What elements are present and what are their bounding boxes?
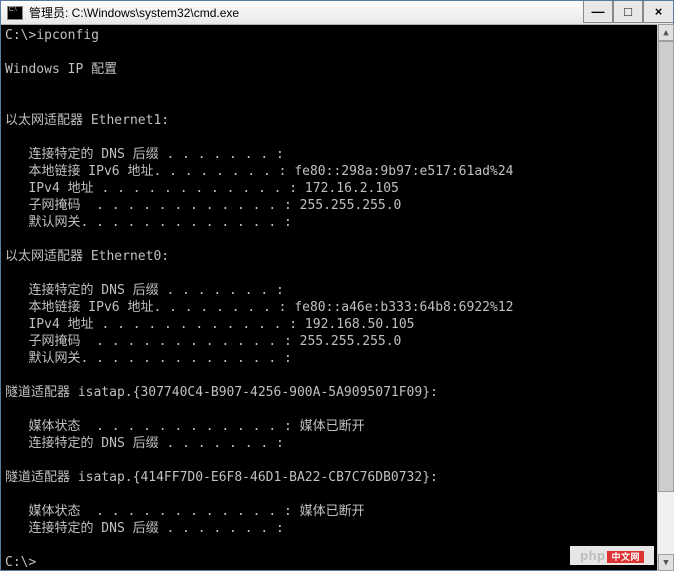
adapter1-ipv6: 本地链接 IPv6 地址. . . . . . . . : fe80::298a… xyxy=(5,164,513,179)
tunnel2-media: 媒体状态 . . . . . . . . . . . . : 媒体已断开 xyxy=(5,504,365,519)
scroll-track[interactable] xyxy=(658,41,674,554)
tunnel1-dns: 连接特定的 DNS 后缀 . . . . . . . : xyxy=(5,436,284,451)
cmd-icon xyxy=(7,6,23,20)
terminal-output[interactable]: C:\>ipconfig Windows IP 配置 以太网适配器 Ethern… xyxy=(1,25,673,570)
vertical-scrollbar[interactable]: ▲ ▼ xyxy=(657,24,674,571)
cmd-window: 管理员: C:\Windows\system32\cmd.exe — □ × C… xyxy=(0,0,674,571)
scroll-down-button[interactable]: ▼ xyxy=(658,554,674,571)
tunnel2-dns: 连接特定的 DNS 后缀 . . . . . . . : xyxy=(5,521,284,536)
adapter1-gateway: 默认网关. . . . . . . . . . . . . : xyxy=(5,215,292,230)
tunnel1-title: 隧道适配器 isatap.{307740C4-B907-4256-900A-5A… xyxy=(5,385,438,400)
window-controls: — □ × xyxy=(583,1,673,24)
prompt-line: C:\>ipconfig xyxy=(5,28,99,43)
scroll-thumb[interactable] xyxy=(658,41,674,492)
adapter1-dns: 连接特定的 DNS 后缀 . . . . . . . : xyxy=(5,147,284,162)
tunnel2-title: 隧道适配器 isatap.{414FF7D0-E6F8-46D1-BA22-CB… xyxy=(5,470,438,485)
adapter1-mask: 子网掩码 . . . . . . . . . . . . : 255.255.2… xyxy=(5,198,401,213)
window-title: 管理员: C:\Windows\system32\cmd.exe xyxy=(29,4,239,21)
watermark-text: php xyxy=(580,548,605,563)
ip-config-header: Windows IP 配置 xyxy=(5,62,117,77)
minimize-button[interactable]: — xyxy=(583,1,613,23)
watermark: php中文网 xyxy=(570,546,654,565)
tunnel1-media: 媒体状态 . . . . . . . . . . . . : 媒体已断开 xyxy=(5,419,365,434)
adapter2-ipv6: 本地链接 IPv6 地址. . . . . . . . : fe80::a46e… xyxy=(5,300,513,315)
close-button[interactable]: × xyxy=(643,1,673,23)
watermark-badge: 中文网 xyxy=(607,551,644,563)
scroll-up-button[interactable]: ▲ xyxy=(658,24,674,41)
adapter2-dns: 连接特定的 DNS 后缀 . . . . . . . : xyxy=(5,283,284,298)
prompt-line: C:\> xyxy=(5,555,36,570)
adapter2-title: 以太网适配器 Ethernet0: xyxy=(5,249,169,264)
adapter1-ipv4: IPv4 地址 . . . . . . . . . . . . : 172.16… xyxy=(5,181,399,196)
adapter2-mask: 子网掩码 . . . . . . . . . . . . : 255.255.2… xyxy=(5,334,401,349)
adapter1-title: 以太网适配器 Ethernet1: xyxy=(5,113,169,128)
titlebar-left: 管理员: C:\Windows\system32\cmd.exe xyxy=(7,4,239,21)
adapter2-gateway: 默认网关. . . . . . . . . . . . . : xyxy=(5,351,292,366)
adapter2-ipv4: IPv4 地址 . . . . . . . . . . . . : 192.16… xyxy=(5,317,415,332)
titlebar[interactable]: 管理员: C:\Windows\system32\cmd.exe — □ × xyxy=(1,1,673,25)
maximize-button[interactable]: □ xyxy=(613,1,643,23)
